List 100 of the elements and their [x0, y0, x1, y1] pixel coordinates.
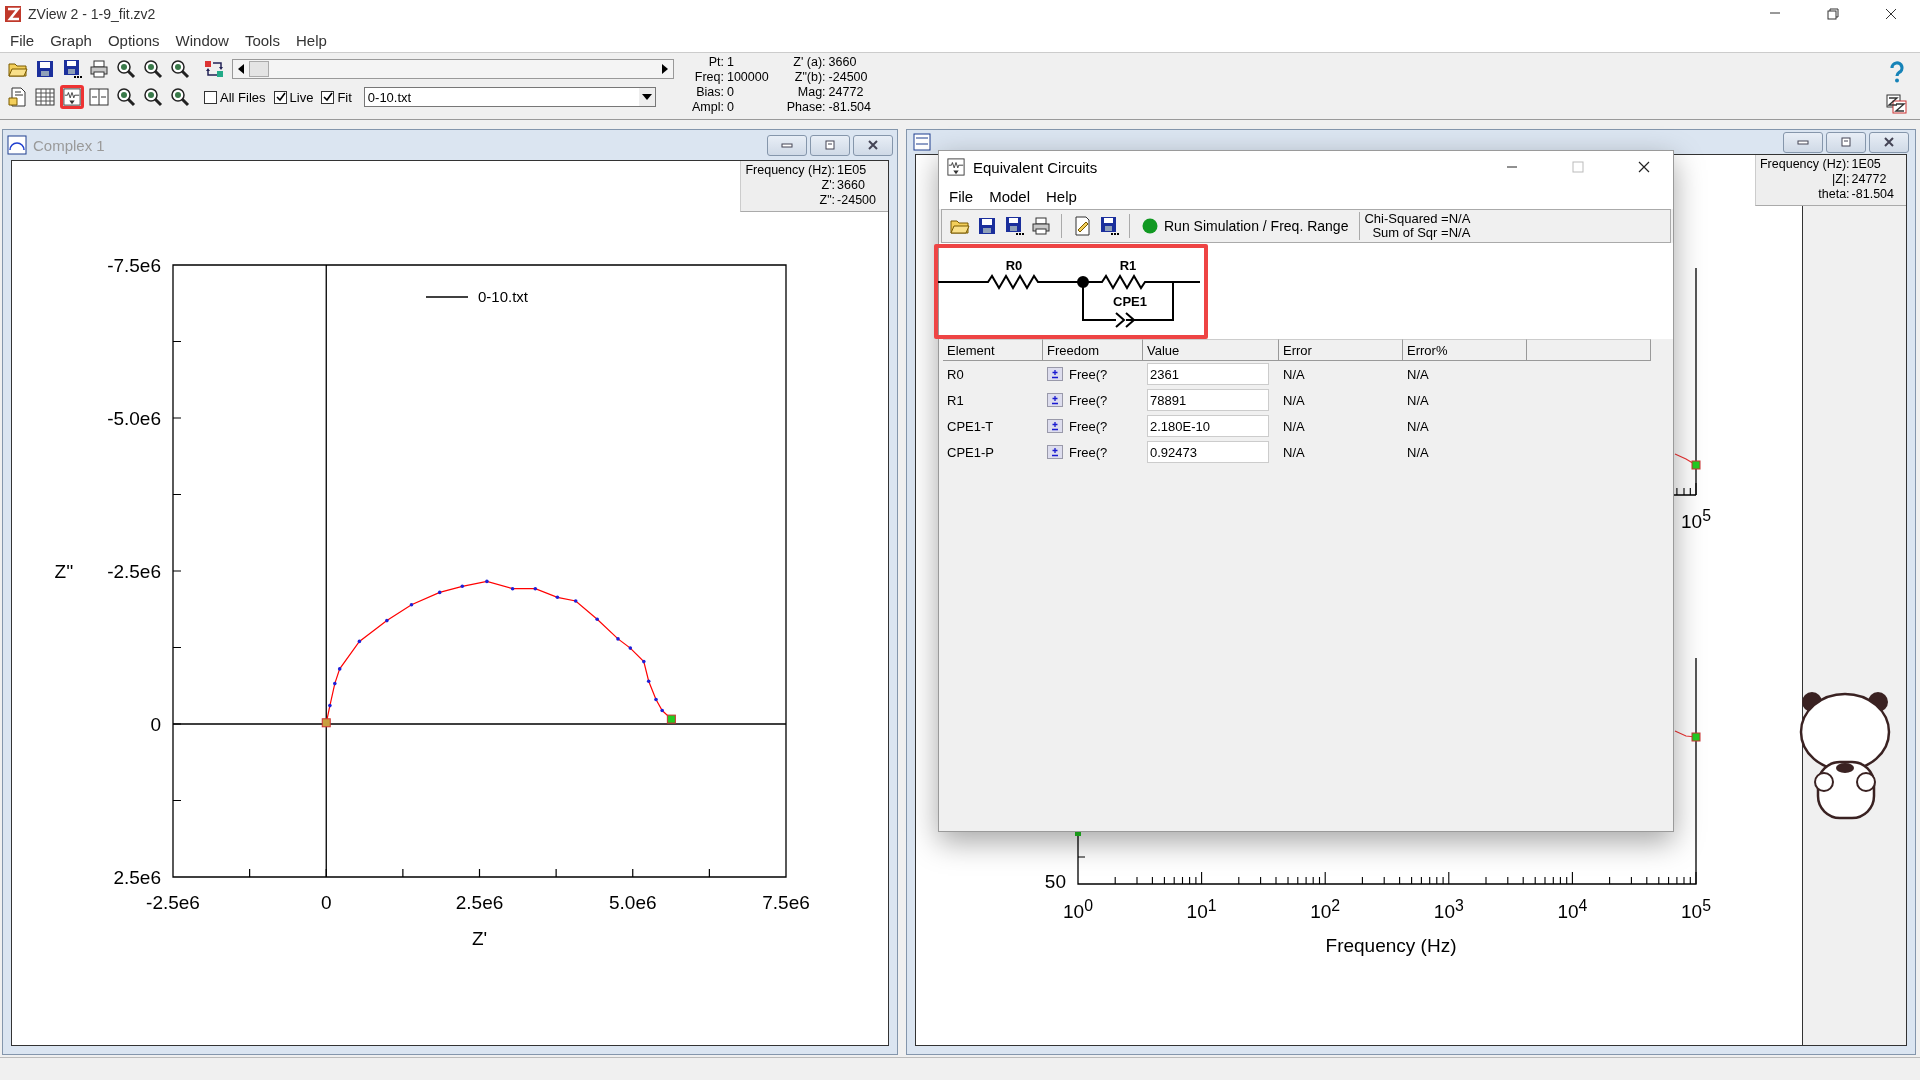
- column-header[interactable]: Value: [1143, 339, 1279, 361]
- menu-item[interactable]: Window: [167, 31, 237, 49]
- readout-value: -81.504: [828, 100, 871, 115]
- magnifier-icon[interactable]: [168, 57, 192, 81]
- right-arrow-icon[interactable]: [661, 64, 669, 74]
- table-cell-text: N/A: [1282, 391, 1306, 410]
- axis-tick-label: -2.5e6: [107, 561, 161, 582]
- data-point: [555, 595, 560, 600]
- info-label: Z':: [820, 178, 836, 193]
- column-header[interactable]: Freedom: [1043, 339, 1143, 361]
- magnifier-icon[interactable]: [114, 85, 138, 109]
- plus-minus-icon[interactable]: [1047, 367, 1063, 381]
- magnifier-icon[interactable]: [141, 85, 165, 109]
- data-point: [409, 602, 414, 607]
- info-label: Frequency (Hz):: [745, 163, 836, 178]
- readout-value: 0: [726, 100, 735, 115]
- menu-item[interactable]: Help: [287, 31, 335, 49]
- data-point: [646, 679, 651, 683]
- value-field[interactable]: 0.92473: [1147, 441, 1269, 463]
- table-cell-text: N/A: [1406, 365, 1430, 384]
- menu-item[interactable]: Model: [981, 187, 1039, 205]
- value-field[interactable]: 78891: [1147, 389, 1269, 411]
- checkbox[interactable]: [273, 90, 287, 104]
- magnifier-icon[interactable]: [168, 85, 192, 109]
- restore-icon[interactable]: [823, 139, 837, 151]
- printer-icon[interactable]: [87, 57, 111, 81]
- axis-tick-label: 10$^{5}$: [1681, 507, 1711, 534]
- value-field[interactable]: 2.180E-10: [1147, 415, 1269, 437]
- column-header[interactable]: Error: [1279, 339, 1403, 361]
- scrollbar[interactable]: [232, 59, 674, 79]
- plus-minus-icon[interactable]: [1047, 393, 1063, 407]
- axis-tick-label: 2.5e6: [113, 867, 161, 888]
- readout-label: Pt:: [707, 55, 724, 70]
- scroll-thumb[interactable]: [249, 61, 269, 77]
- close-icon[interactable]: [1884, 7, 1898, 21]
- menu-item[interactable]: Options: [99, 31, 168, 49]
- table-cell-text: N/A: [1406, 391, 1430, 410]
- close-icon[interactable]: [1882, 136, 1896, 148]
- magnifier-icon[interactable]: [114, 57, 138, 81]
- info-label: |Z|:: [1831, 172, 1850, 187]
- info-value: 24772: [1851, 172, 1888, 187]
- data-point: [595, 617, 599, 622]
- table-icon[interactable]: [33, 85, 57, 109]
- column-header[interactable]: Element: [943, 339, 1043, 361]
- swap-icon[interactable]: [204, 59, 226, 79]
- checkbox[interactable]: [204, 90, 217, 104]
- restore-icon[interactable]: [1826, 7, 1840, 21]
- table-cell-text: N/A: [1282, 365, 1306, 384]
- end-marker: [1691, 460, 1701, 470]
- start-marker: [321, 718, 331, 728]
- menu-item[interactable]: Help: [1038, 187, 1085, 205]
- circuit-icon[interactable]: [60, 85, 84, 109]
- table-cell: Free(?: [1069, 392, 1108, 408]
- axis-tick-label: 7.5e6: [762, 892, 810, 913]
- value-field[interactable]: 2361: [1147, 363, 1269, 385]
- table-cell-text: CPE1-T: [946, 417, 995, 436]
- window-title: Equivalent Circuits: [973, 158, 1099, 176]
- column-header[interactable]: Error%: [1403, 339, 1527, 361]
- axis-tick-label: 2.5e6: [455, 892, 504, 913]
- axis-tick-label: 10$^{2}$: [1310, 897, 1341, 924]
- legend-label: 0-10.txt: [478, 288, 529, 305]
- element-label: CPE1: [1113, 294, 1147, 309]
- menu-item[interactable]: Graph: [42, 31, 100, 49]
- checkmark-icon: [274, 91, 286, 103]
- checkbox-label: Fit: [337, 89, 352, 105]
- readout-value: 24772: [828, 85, 865, 100]
- magnifier-icon[interactable]: [141, 57, 165, 81]
- close-icon[interactable]: [866, 139, 880, 151]
- element-label: R1: [1119, 258, 1137, 273]
- left-arrow-icon[interactable]: [237, 64, 245, 74]
- checkbox[interactable]: [321, 90, 335, 104]
- data-point: [485, 579, 489, 584]
- dropdown-arrow-icon[interactable]: [641, 94, 652, 100]
- info-value: 1E05: [1851, 157, 1882, 172]
- axis-tick-label: -2.5e6: [146, 892, 200, 913]
- help-icon[interactable]: [1889, 60, 1905, 83]
- info-value: 3660: [837, 178, 866, 193]
- readout-label: Z' (a):: [792, 55, 826, 70]
- circuit-icon: [947, 158, 965, 176]
- readout-label: Phase:: [786, 100, 826, 115]
- data-point: [573, 599, 578, 603]
- close-icon[interactable]: [1637, 160, 1651, 174]
- menu-item[interactable]: File: [2, 31, 43, 49]
- info-value: 1E05: [837, 163, 868, 178]
- file-dropdown[interactable]: 0-10.txt: [363, 87, 656, 107]
- menu-item[interactable]: File: [941, 187, 982, 205]
- readout-value: 0: [726, 85, 735, 100]
- data-point: [510, 586, 515, 591]
- plus-minus-icon[interactable]: [1047, 419, 1063, 433]
- printer-icon[interactable]: [1029, 214, 1053, 238]
- axis-tick-label: 10$^{0}$: [1063, 897, 1093, 924]
- switch-view-icon[interactable]: [1886, 93, 1908, 114]
- legend-line: [425, 296, 469, 298]
- menu-item[interactable]: Tools: [236, 31, 288, 49]
- readout-value: 1: [726, 55, 735, 70]
- restore-icon[interactable]: [1839, 136, 1853, 148]
- run-simulation-button[interactable]: Run Simulation / Freq. Range: [1138, 218, 1353, 234]
- plus-minus-icon[interactable]: [1047, 445, 1063, 459]
- table-cell-text: N/A: [1282, 443, 1306, 462]
- checkbox-label: All Files: [220, 89, 266, 105]
